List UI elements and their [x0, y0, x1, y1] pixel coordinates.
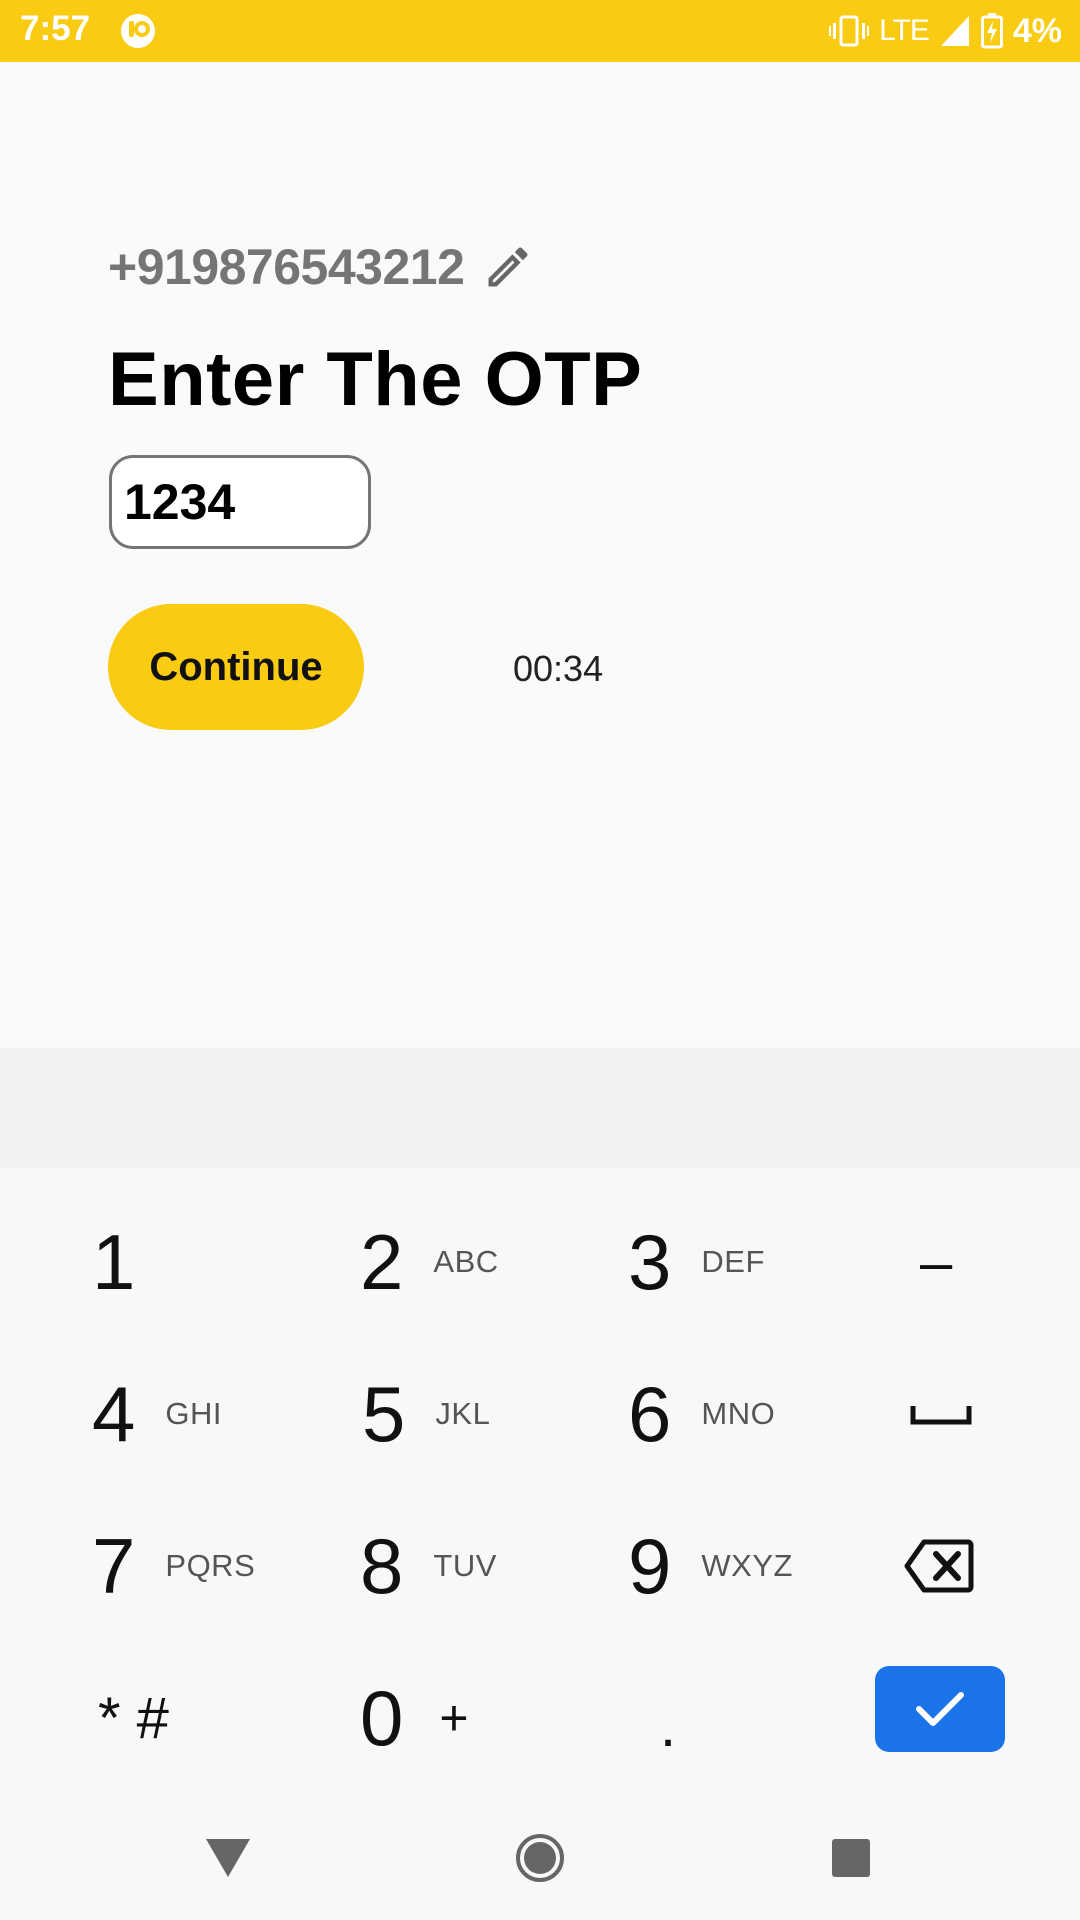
key-dash[interactable]: –: [920, 1186, 952, 1338]
key-space[interactable]: [910, 1338, 972, 1490]
key-letters: MNO: [701, 1396, 776, 1431]
key-digit: 5: [362, 1369, 406, 1458]
back-button[interactable]: [202, 1832, 254, 1884]
key-symbol: .: [660, 1693, 677, 1759]
network-type: LTE: [879, 14, 930, 47]
key-digit: 7: [92, 1521, 136, 1610]
home-button[interactable]: [514, 1832, 566, 1884]
key-letters: PQRS: [165, 1548, 256, 1583]
space-icon: [910, 1406, 972, 1425]
key-8[interactable]: 8 TUV: [360, 1490, 497, 1642]
key-2[interactable]: 2 ABC: [360, 1186, 499, 1338]
phone-number: +919876543212: [108, 239, 465, 295]
resend-timer: 00:34: [513, 648, 604, 689]
page-title: Enter The OTP: [108, 337, 643, 422]
key-1[interactable]: 1: [92, 1186, 135, 1338]
check-icon: [916, 1692, 964, 1726]
key-letters: TUV: [433, 1548, 497, 1583]
status-icons: LTE 4%: [829, 8, 1062, 54]
status-time: 7:57: [20, 9, 91, 48]
key-digit: 8: [360, 1521, 404, 1610]
key-5[interactable]: 5 JKL: [362, 1338, 490, 1490]
key-digit: 4: [92, 1369, 136, 1458]
backspace-icon: [904, 1539, 974, 1593]
key-letters: WXYZ: [701, 1548, 793, 1583]
key-letters: GHI: [165, 1396, 223, 1431]
back-triangle-icon: [206, 1839, 250, 1877]
continue-button[interactable]: Continue: [108, 604, 364, 730]
pencil-icon[interactable]: [482, 241, 534, 293]
key-symbol: –: [920, 1229, 953, 1295]
signal-icon: [940, 16, 969, 46]
key-4[interactable]: 4 GHI: [92, 1338, 222, 1490]
key-backspace[interactable]: [904, 1490, 974, 1642]
home-circle-icon: [516, 1834, 564, 1882]
key-digit: 2: [360, 1217, 404, 1306]
phone-number-row: +919876543212: [108, 238, 534, 296]
key-6[interactable]: 6 MNO: [628, 1338, 775, 1490]
done-button[interactable]: [875, 1666, 1005, 1752]
keyboard-suggestion-strip: [0, 1048, 1080, 1168]
key-digit: 6: [628, 1369, 672, 1458]
key-digit: 9: [628, 1521, 672, 1610]
key-letters: DEF: [701, 1244, 765, 1279]
key-letters: ABC: [433, 1244, 499, 1279]
battery-charging-icon: [980, 13, 1003, 49]
key-digit: 1: [92, 1217, 136, 1306]
key-symbol: * #: [98, 1685, 169, 1751]
key-star-hash[interactable]: * #: [98, 1642, 169, 1794]
key-digit: 3: [628, 1217, 672, 1306]
status-bar: 7:57 LTE 4%: [0, 0, 1080, 62]
app-notification-icon: [121, 14, 155, 48]
vibrate-icon: [829, 15, 870, 47]
key-letters: +: [439, 1690, 470, 1746]
recents-button[interactable]: [825, 1832, 877, 1884]
key-letters: JKL: [435, 1396, 491, 1431]
key-digit: 0: [360, 1673, 404, 1762]
recents-square-icon: [832, 1839, 870, 1877]
otp-input[interactable]: [109, 455, 371, 549]
key-0[interactable]: 0 +: [360, 1642, 469, 1794]
key-9[interactable]: 9 WXYZ: [628, 1490, 793, 1642]
key-7[interactable]: 7 PQRS: [92, 1490, 255, 1642]
key-3[interactable]: 3 DEF: [628, 1186, 765, 1338]
battery-level: 4%: [1012, 11, 1062, 50]
